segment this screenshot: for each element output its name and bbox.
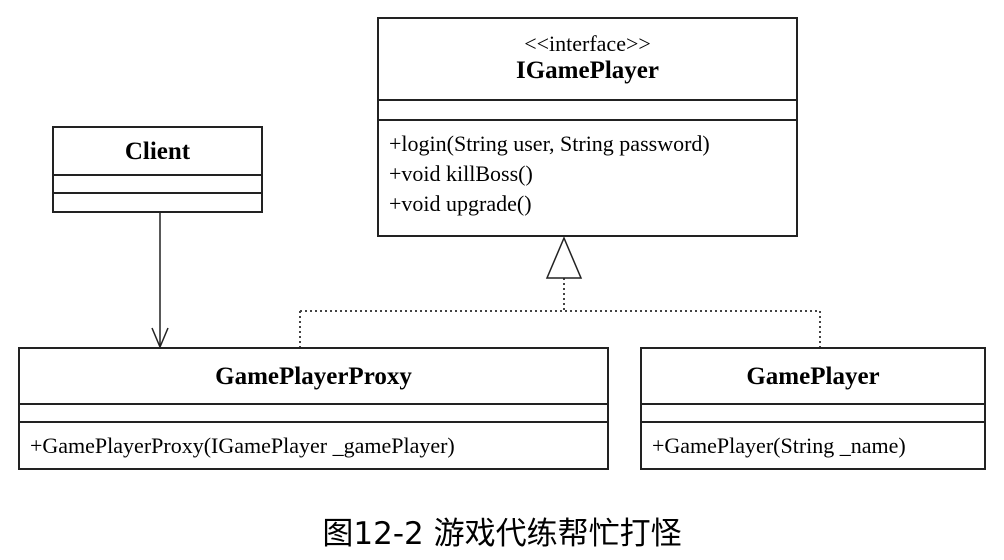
operation-gameplayerproxy-constructor: +GamePlayerProxy(IGamePlayer _gamePlayer… xyxy=(30,433,455,458)
igameplayer-name: IGamePlayer xyxy=(515,57,659,84)
gameplayerproxy-operations: +GamePlayerProxy(IGamePlayer _gamePlayer… xyxy=(20,423,607,461)
gameplayerproxy-attributes xyxy=(20,405,607,423)
class-gameplayerproxy: GamePlayerProxy +GamePlayerProxy(IGamePl… xyxy=(18,347,609,470)
igameplayer-stereotype: <<interface>> xyxy=(524,31,651,56)
operation-login: +login(String user, String password) xyxy=(389,131,710,156)
operation-gameplayer-constructor: +GamePlayer(String _name) xyxy=(652,433,906,458)
figure-caption: 图12-2 游戏代练帮忙打怪 xyxy=(322,516,682,552)
client-attributes xyxy=(54,176,261,194)
operation-killboss: +void killBoss() xyxy=(389,161,533,186)
operation-upgrade: +void upgrade() xyxy=(389,191,532,216)
gameplayer-operations: +GamePlayer(String _name) xyxy=(642,423,984,461)
gameplayerproxy-name: GamePlayerProxy xyxy=(20,349,607,405)
client-operations xyxy=(54,194,261,211)
client-name: Client xyxy=(54,128,261,176)
class-igameplayer: <<interface>> IGamePlayer +login(String … xyxy=(377,17,798,237)
gameplayer-attributes xyxy=(642,405,984,423)
realization-triangle xyxy=(545,236,583,279)
igameplayer-attributes xyxy=(379,101,796,121)
class-gameplayer: GamePlayer +GamePlayer(String _name) xyxy=(640,347,986,470)
class-client: Client xyxy=(52,126,263,213)
igameplayer-operations: +login(String user, String password) +vo… xyxy=(379,121,796,219)
gameplayer-name: GamePlayer xyxy=(642,349,984,405)
igameplayer-header: <<interface>> IGamePlayer xyxy=(379,19,796,101)
